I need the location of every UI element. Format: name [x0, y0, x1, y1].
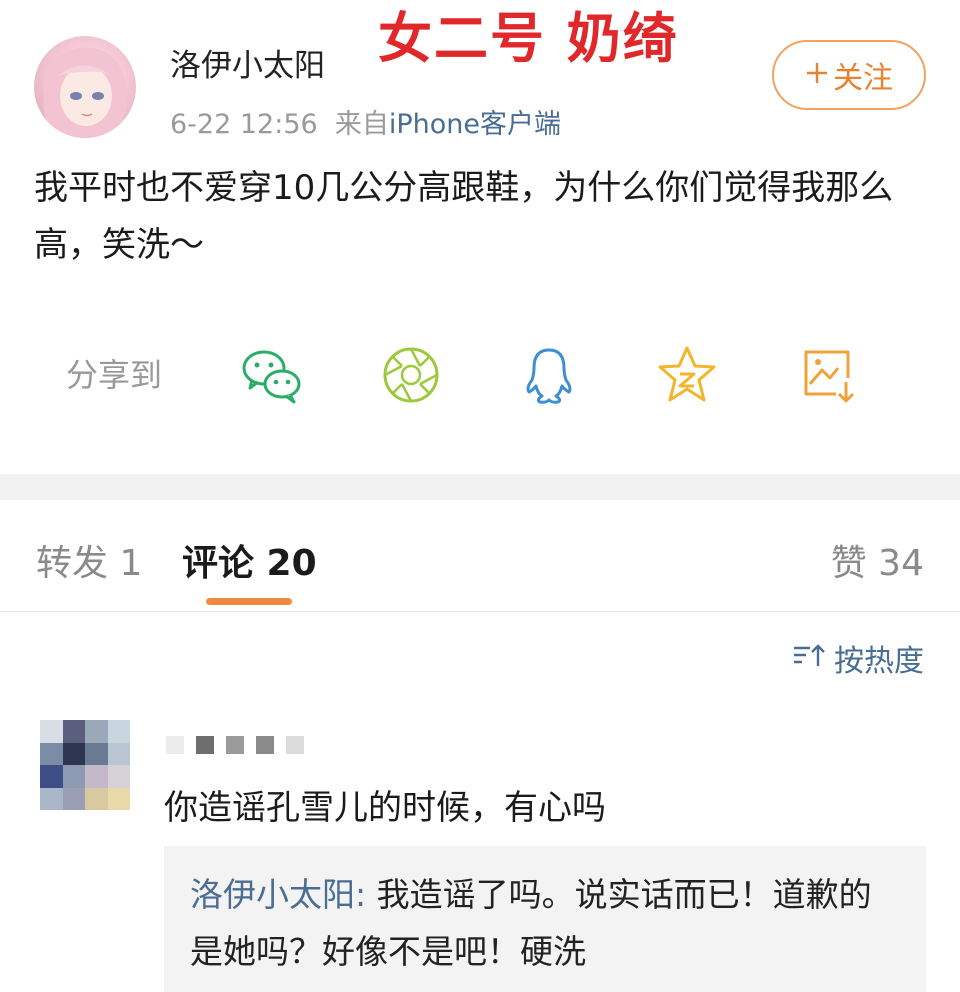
commenter-name-blurred[interactable]	[166, 732, 304, 758]
sort-icon	[792, 641, 826, 676]
post-from-prefix: 来自	[334, 109, 389, 140]
reply-author[interactable]: 洛伊小太阳:	[190, 875, 366, 914]
overlay-caption: 女二号 奶绮	[378, 6, 679, 70]
follow-button[interactable]: 关注	[772, 40, 926, 110]
sort-toggle[interactable]: 按热度	[792, 636, 924, 680]
post-meta: 6-22 12:56 来自iPhone客户端	[170, 102, 561, 141]
comment-text: 你造谣孔雪儿的时候，有心吗	[164, 788, 606, 828]
tab-likes[interactable]: 赞 34	[831, 534, 924, 586]
sort-label: 按热度	[834, 644, 924, 679]
tab-repost[interactable]: 转发 1	[36, 534, 142, 586]
tab-comments[interactable]: 评论 20	[182, 534, 317, 586]
share-label: 分享到	[66, 356, 163, 394]
author-avatar[interactable]	[34, 36, 136, 138]
tabs-divider	[0, 611, 960, 612]
reply-box[interactable]: 洛伊小太阳: 我造谣了吗。说实话而已！道歉的是她吗？好像不是吧！硬洗	[164, 846, 926, 992]
section-divider	[0, 474, 960, 500]
wechat-icon[interactable]	[240, 344, 302, 406]
plus-icon	[805, 58, 829, 93]
qzone-icon[interactable]	[656, 344, 718, 406]
commenter-avatar[interactable]	[40, 720, 130, 810]
follow-label: 关注	[833, 61, 893, 96]
post-text: 我平时也不爱穿10几公分高跟鞋，为什么你们觉得我那么高，笑洗～	[34, 168, 894, 265]
post-source[interactable]: iPhone客户端	[389, 109, 561, 140]
author-name[interactable]: 洛伊小太阳	[170, 40, 325, 85]
save-image-icon[interactable]	[798, 344, 860, 406]
post-date: 6-22 12:56	[170, 109, 318, 140]
qq-icon[interactable]	[518, 344, 580, 406]
active-tab-indicator	[206, 598, 292, 605]
moments-icon[interactable]	[380, 344, 442, 406]
